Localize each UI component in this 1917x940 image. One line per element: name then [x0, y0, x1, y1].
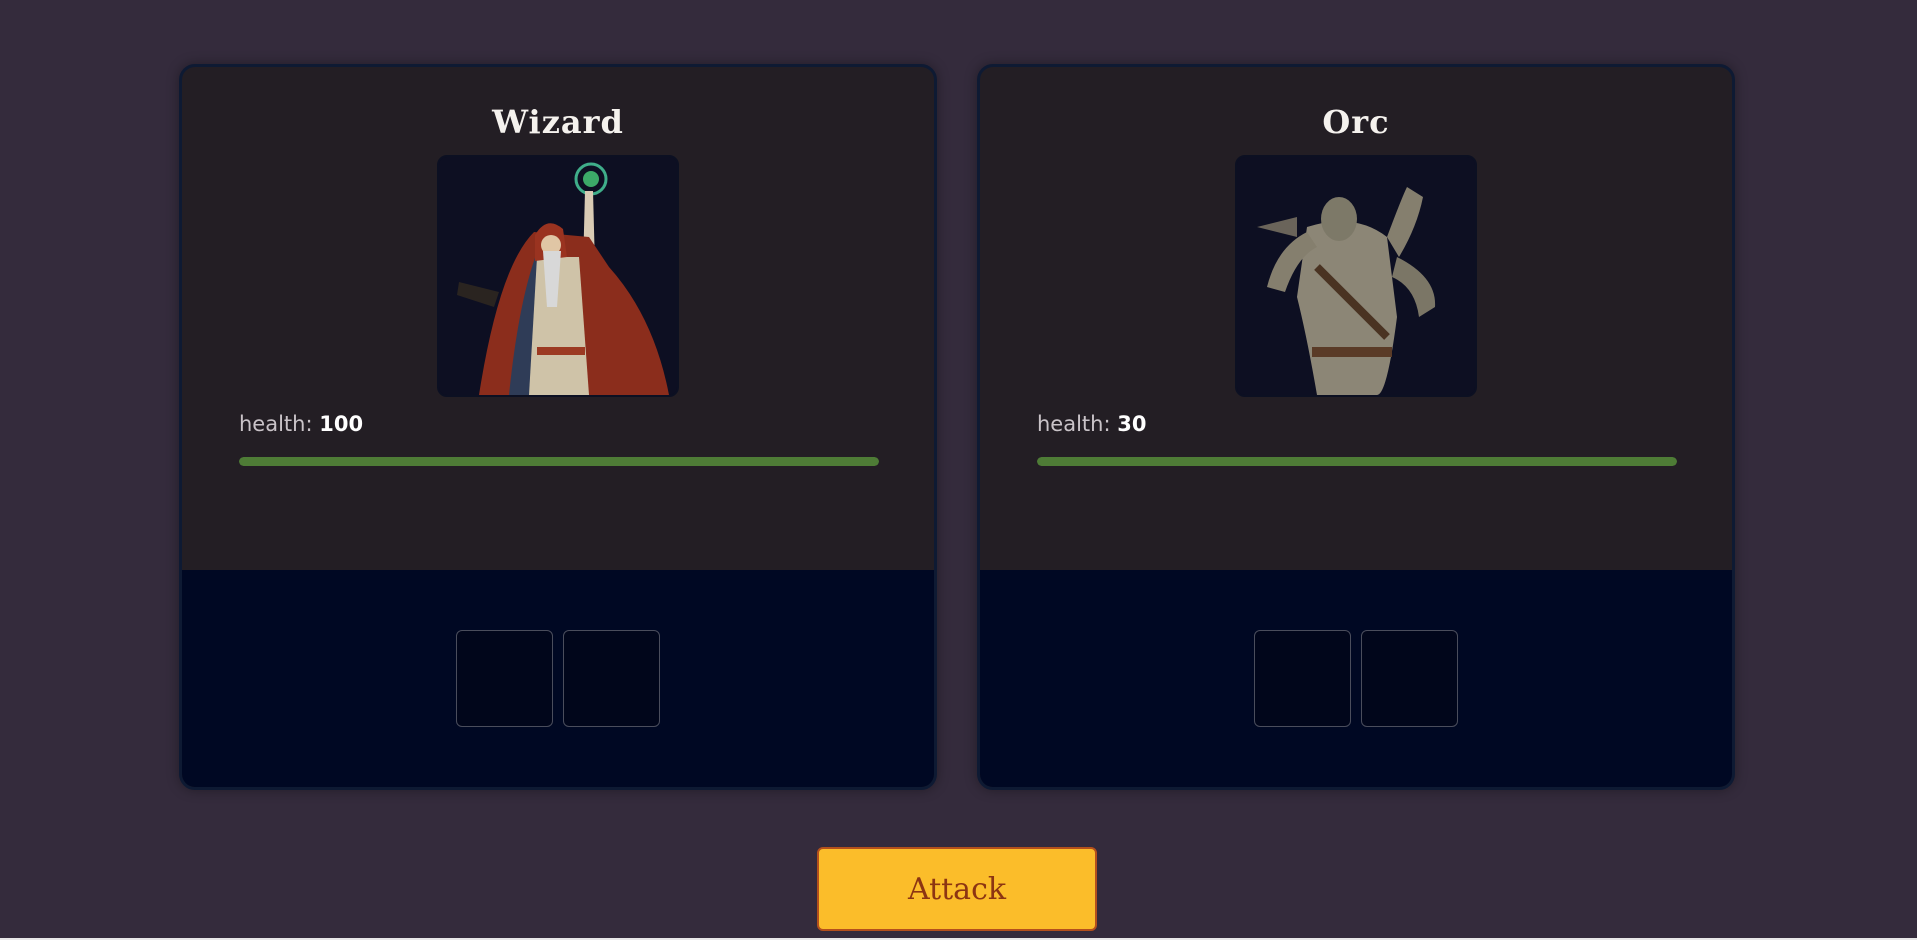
dice-slot: [563, 630, 660, 727]
dice-slot: [1254, 630, 1351, 727]
health-value: 30: [1117, 412, 1147, 436]
attack-button[interactable]: Attack: [817, 847, 1097, 931]
wizard-portrait: [437, 155, 679, 397]
orc-card-top: Orc health: 30: [980, 67, 1732, 570]
character-cards: Wizard health: 100 Orc health: 30: [179, 64, 1735, 790]
wizard-figure-icon: [439, 157, 677, 395]
wizard-card: Wizard health: 100: [179, 64, 937, 790]
health-bar-fill: [239, 457, 879, 466]
character-name: Orc: [1322, 103, 1390, 141]
health-label: health:: [1037, 412, 1111, 436]
orc-figure-icon: [1237, 157, 1475, 395]
health-bar: [239, 457, 879, 466]
health-bar-fill: [1037, 457, 1677, 466]
dice-area: [182, 570, 934, 787]
character-name: Wizard: [492, 103, 624, 141]
orc-portrait: [1235, 155, 1477, 397]
health-label: health:: [239, 412, 313, 436]
orc-card: Orc health: 30: [977, 64, 1735, 790]
health-bar: [1037, 457, 1677, 466]
health-display: health: 100: [239, 412, 363, 436]
dice-slot: [456, 630, 553, 727]
health-value: 100: [319, 412, 364, 436]
wizard-card-top: Wizard health: 100: [182, 67, 934, 570]
dice-area: [980, 570, 1732, 787]
dice-slot: [1361, 630, 1458, 727]
health-display: health: 30: [1037, 412, 1146, 436]
